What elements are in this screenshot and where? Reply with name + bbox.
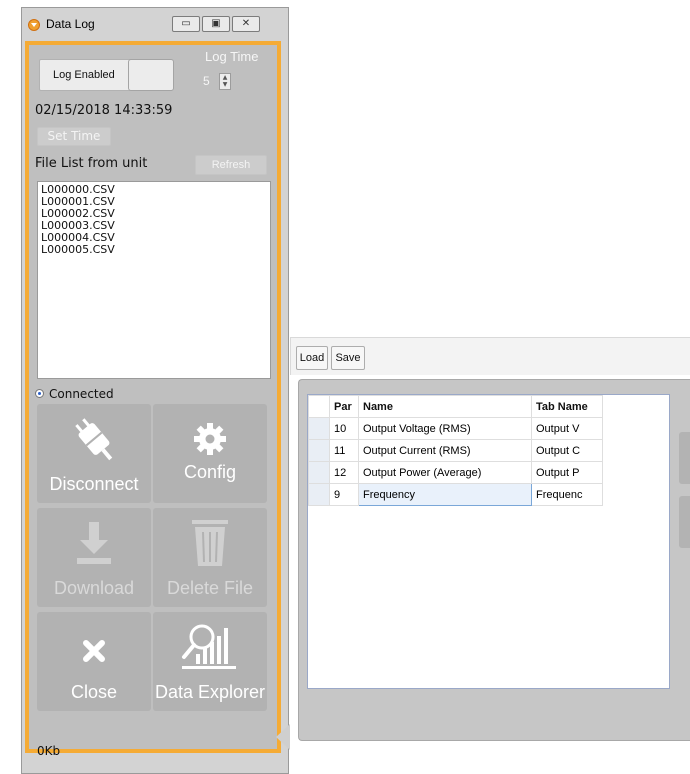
column-header-name[interactable]: Name [358, 395, 532, 418]
side-button-lower[interactable] [679, 496, 690, 548]
trash-icon [153, 518, 267, 568]
cell-tab-name[interactable]: Output C [531, 439, 603, 462]
row-header[interactable] [308, 439, 330, 462]
status-bar-size: 0Kb [37, 744, 61, 758]
close-window-button[interactable]: ✕ [232, 16, 260, 32]
close-button[interactable]: Close [37, 612, 151, 711]
cell-tab-name[interactable]: Frequenc [531, 483, 603, 506]
parameter-editor-panel: Load Save Par Name Tab Name 10 Output Vo… [290, 337, 690, 757]
log-enabled-toggle[interactable] [128, 59, 174, 91]
log-time-value: 5 [203, 74, 210, 88]
table-row[interactable]: 11 Output Current (RMS) Output C [308, 439, 603, 462]
cell-name[interactable]: Output Power (Average) [358, 461, 532, 484]
window-controls: ▭ ▣ ✕ [172, 16, 266, 34]
row-header[interactable] [308, 483, 330, 506]
table-row[interactable]: 10 Output Voltage (RMS) Output V [308, 417, 603, 440]
chart-magnifier-icon [153, 622, 267, 672]
cell-par[interactable]: 9 [329, 483, 359, 506]
cell-name-selected[interactable]: Frequency [358, 483, 532, 506]
app-icon [28, 19, 40, 31]
popout-pointer [276, 724, 290, 750]
parameter-table: Par Name Tab Name 10 Output Voltage (RMS… [308, 395, 603, 506]
cell-par[interactable]: 11 [329, 439, 359, 462]
gear-icon [153, 414, 267, 464]
connection-status: Connected [35, 387, 114, 401]
download-icon [37, 518, 151, 568]
download-button[interactable]: Download [37, 508, 151, 607]
log-time-label: Log Time [205, 49, 259, 64]
delete-file-label: Delete File [166, 578, 254, 598]
parameter-table-container[interactable]: Par Name Tab Name 10 Output Voltage (RMS… [307, 394, 670, 689]
delete-file-button[interactable]: Delete File [153, 508, 267, 607]
close-icon [37, 626, 151, 676]
row-header[interactable] [308, 417, 330, 440]
column-header-tab-name[interactable]: Tab Name [531, 395, 603, 418]
config-button[interactable]: Config [153, 404, 267, 503]
cell-par[interactable]: 12 [329, 461, 359, 484]
side-button-upper[interactable] [679, 432, 690, 484]
log-time-spinner[interactable]: ▲ ▼ [219, 73, 231, 90]
window-title: Data Log [46, 17, 95, 31]
data-explorer-label: Data Explorer [154, 682, 266, 702]
connected-radio-icon [35, 389, 44, 398]
list-item[interactable]: L000005.CSV [41, 244, 267, 256]
title-bar: Data Log ▭ ▣ ✕ [22, 8, 288, 40]
config-label: Config [183, 462, 237, 482]
connection-status-label: Connected [49, 387, 114, 401]
row-header[interactable] [308, 461, 330, 484]
load-button[interactable]: Load [296, 346, 328, 370]
table-row[interactable]: 12 Output Power (Average) Output P [308, 461, 603, 484]
set-time-button[interactable]: Set Time [37, 127, 111, 146]
close-label: Close [70, 682, 118, 702]
cell-tab-name[interactable]: Output V [531, 417, 603, 440]
row-header-corner [308, 395, 330, 418]
plug-icon [37, 414, 151, 464]
editor-body: Par Name Tab Name 10 Output Voltage (RMS… [298, 379, 690, 741]
file-list-label: File List from unit [35, 156, 148, 171]
cell-name[interactable]: Output Voltage (RMS) [358, 417, 532, 440]
data-explorer-button[interactable]: Data Explorer [153, 612, 267, 711]
data-log-window: Data Log ▭ ▣ ✕ Log Enabled Log Time 5 ▲ ▼… [21, 7, 289, 774]
log-enabled-button[interactable]: Log Enabled [39, 59, 141, 91]
download-label: Download [53, 578, 135, 598]
table-header-row: Par Name Tab Name [308, 395, 603, 418]
maximize-button[interactable]: ▣ [202, 16, 230, 32]
minimize-button[interactable]: ▭ [172, 16, 200, 32]
save-button[interactable]: Save [331, 346, 365, 370]
unit-datetime: 02/15/2018 14:33:59 [35, 103, 173, 118]
disconnect-button[interactable]: Disconnect [37, 404, 151, 503]
cell-par[interactable]: 10 [329, 417, 359, 440]
cell-tab-name[interactable]: Output P [531, 461, 603, 484]
cell-name[interactable]: Output Current (RMS) [358, 439, 532, 462]
editor-toolbar: Load Save [290, 337, 690, 375]
table-row[interactable]: 9 Frequency Frequenc [308, 483, 603, 506]
data-log-panel: Log Enabled Log Time 5 ▲ ▼ 02/15/2018 14:… [25, 41, 281, 758]
column-header-par[interactable]: Par [329, 395, 359, 418]
refresh-button[interactable]: Refresh [195, 155, 267, 175]
disconnect-label: Disconnect [49, 474, 139, 494]
file-list[interactable]: L000000.CSV L000001.CSV L000002.CSV L000… [37, 181, 271, 379]
